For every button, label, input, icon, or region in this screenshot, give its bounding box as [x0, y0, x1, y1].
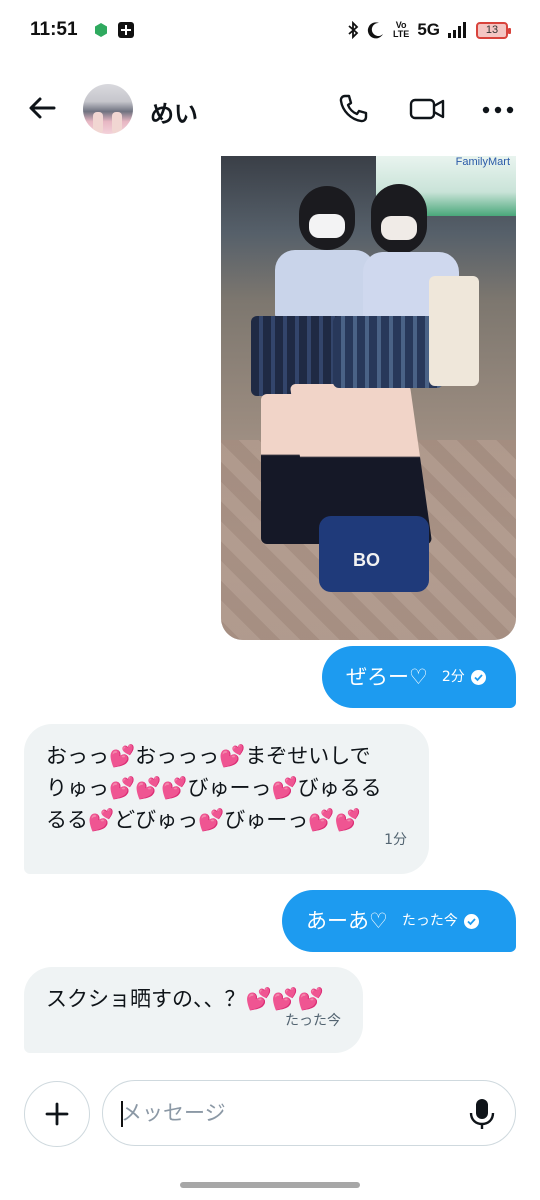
- message-time: 1分: [384, 832, 407, 848]
- more-icon[interactable]: [480, 98, 516, 122]
- avatar[interactable]: [83, 84, 133, 134]
- message-text: あーあ♡: [306, 909, 388, 933]
- message-outgoing[interactable]: あーあ♡ たった今: [282, 890, 516, 952]
- network-type-label: 5G: [417, 20, 440, 39]
- phone-icon[interactable]: [336, 92, 370, 126]
- photo-tote-bag: [429, 276, 479, 386]
- signal-strength-icon: [448, 22, 466, 38]
- message-meta: 2分: [442, 661, 486, 693]
- message-incoming[interactable]: スクショ晒すの、、？💕💕💕 たった今: [24, 967, 363, 1053]
- message-incoming[interactable]: おっっ💕おっっっ💕まぞせいしで りゅっ💕💕💕びゅーっ💕びゅるる るる💕どびゅっ💕…: [24, 724, 429, 874]
- do-not-disturb-moon-icon: [367, 22, 383, 39]
- status-notification-icons: [94, 22, 134, 38]
- app-notification-icon: [95, 23, 107, 37]
- home-indicator[interactable]: [180, 1182, 360, 1188]
- message-time: たった今: [285, 1013, 341, 1029]
- conversation-header: めい: [0, 62, 540, 154]
- message-input[interactable]: [121, 1093, 451, 1133]
- message-composer[interactable]: [102, 1080, 516, 1146]
- status-system-icons: Vo LTE 5G 13: [347, 20, 511, 40]
- photo-person-2-skirt: [333, 316, 443, 388]
- photo-person-2-mask: [381, 216, 417, 240]
- plus-icon: [45, 1102, 69, 1126]
- photo-store-sign: FamilyMart: [455, 156, 510, 168]
- status-bar: 11:51 Vo LTE 5G 13: [0, 0, 540, 62]
- add-media-button[interactable]: [24, 1081, 90, 1147]
- message-outgoing[interactable]: ぜろー♡ 2分: [322, 646, 516, 708]
- message-text: おっっ💕おっっっ💕まぞせいしで りゅっ💕💕💕びゅーっ💕びゅるる るる💕どびゅっ💕…: [46, 744, 382, 832]
- message-time: 2分: [441, 669, 465, 685]
- mic-icon[interactable]: [467, 1097, 497, 1131]
- check-icon: [470, 669, 486, 685]
- photo-message[interactable]: FamilyMart BO: [221, 156, 516, 640]
- photo-person-1-mask: [309, 214, 345, 238]
- plus-square-icon: [118, 22, 134, 38]
- status-time: 11:51: [30, 19, 78, 40]
- video-icon[interactable]: [408, 92, 446, 126]
- message-text: ぜろー♡: [346, 665, 428, 689]
- check-icon: [463, 913, 479, 929]
- battery-icon: 13: [476, 21, 511, 39]
- back-arrow-icon[interactable]: [24, 90, 60, 126]
- message-meta: たった今: [402, 905, 479, 937]
- message-time: たった今: [401, 913, 458, 929]
- volte-label: Vo LTE: [392, 20, 410, 39]
- contact-name[interactable]: めい: [150, 94, 198, 129]
- battery-level: 13: [485, 23, 499, 36]
- photo-person-1-shirt: [275, 250, 375, 320]
- photo-bag-text: BO: [353, 550, 380, 570]
- bluetooth-icon: [348, 21, 359, 39]
